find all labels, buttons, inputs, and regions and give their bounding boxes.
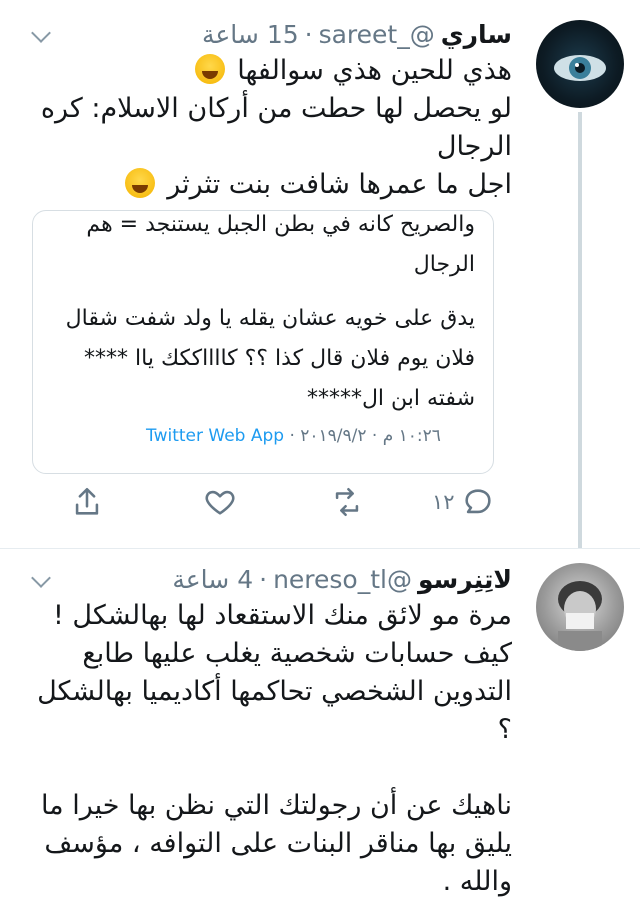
tweet-line: لو يحصل لها حطت من أركان الاسلام: كره ال… — [40, 93, 512, 162]
like-button[interactable] — [203, 482, 237, 522]
quote-metadata: ١٠:٢٦ م · ٢٠١٩/٩/٢ · Twitter Web App — [146, 426, 441, 446]
tweet-paragraph: مرة مو لائق منك الاستقعاد لها بهالشكل ! … — [37, 600, 512, 745]
quote-line: يدق على خويه عشان يقله يا ولد شفت شقال ف… — [65, 306, 475, 411]
timestamp[interactable]: 4 ساعة — [172, 565, 253, 594]
thread-line — [578, 112, 582, 548]
share-button[interactable] — [70, 482, 104, 522]
tweet-line: هذي للحين هذي سوالفها — [237, 55, 512, 86]
display-name[interactable]: ساري — [441, 20, 512, 49]
quote-line: والصريح كانه في بطن الجبل يستنجد = هم ال… — [86, 212, 475, 277]
eye-avatar-icon — [554, 55, 606, 81]
reply-icon — [464, 489, 491, 514]
retweet-button[interactable] — [330, 482, 364, 522]
laughing-emoji-icon — [194, 54, 225, 84]
avatar[interactable] — [536, 563, 624, 651]
tweet-item[interactable]: لاتِنِرسو @nereso_tl · 4 ساعة مرة مو لائ… — [0, 549, 640, 897]
tweet-text: هذي للحين هذي سوالفها لو يحصل لها حطت من… — [30, 52, 512, 204]
share-icon — [75, 487, 99, 515]
tweet-paragraph: ناهيك عن أن رجولتك التي نظن بها خيرا ما … — [40, 790, 512, 897]
reply-button[interactable]: ١٢ — [432, 482, 495, 522]
tweet-item[interactable]: ساري @_sareet · 15 ساعة هذي للحين هذي سو… — [0, 0, 640, 549]
caret-down-icon[interactable] — [31, 568, 51, 588]
retweet-icon — [335, 487, 359, 517]
person-avatar-icon — [558, 581, 602, 651]
timestamp[interactable]: 15 ساعة — [202, 20, 299, 49]
separator-dot: · — [304, 19, 313, 49]
reply-count: ١٢ — [432, 490, 455, 514]
display-name[interactable]: لاتِنِرسو — [418, 565, 512, 594]
tweet-header: ساري @_sareet · 15 ساعة — [202, 16, 512, 52]
quoted-tweet-text: والصريح كانه في بطن الجبل يستنجد = هم ال… — [45, 211, 475, 433]
quote-source-app[interactable]: Twitter Web App — [146, 426, 284, 446]
caret-down-icon[interactable] — [31, 23, 51, 43]
like-icon — [205, 490, 235, 515]
tweet-text: مرة مو لائق منك الاستقعاد لها بهالشكل ! … — [30, 597, 512, 901]
tweet-header: لاتِنِرسو @nereso_tl · 4 ساعة — [172, 561, 512, 597]
laughing-emoji-icon — [124, 168, 155, 198]
separator-dot: · — [259, 564, 268, 594]
avatar[interactable] — [536, 20, 624, 108]
tweet-actions: ١٢ — [70, 482, 500, 522]
user-handle[interactable]: @_sareet — [319, 20, 435, 49]
user-handle[interactable]: @nereso_tl — [273, 565, 412, 594]
quote-timestamp: ١٠:٢٦ م · ٢٠١٩/٩/٢ · — [289, 426, 441, 446]
tweet-line: اجل ما عمرها شافت بنت تثرثر — [167, 169, 512, 200]
